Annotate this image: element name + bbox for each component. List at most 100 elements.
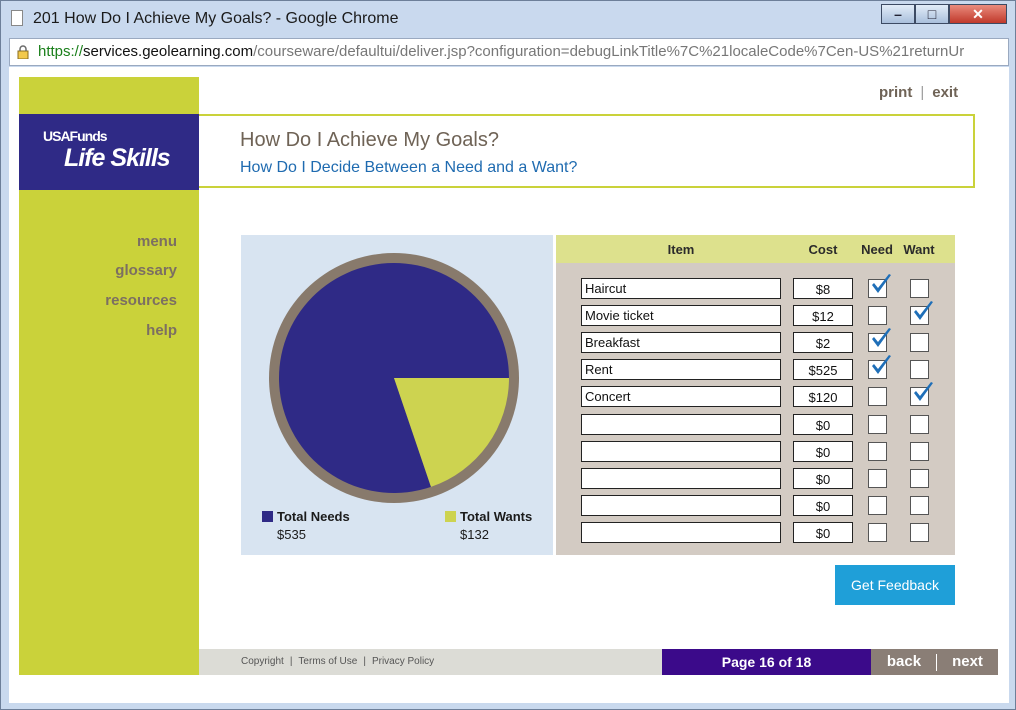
table-row: Haircut $8 <box>556 274 955 305</box>
item-field[interactable]: Haircut <box>581 278 781 299</box>
table-row: $0 <box>556 494 955 522</box>
nav-menu-link[interactable]: menu <box>27 233 177 250</box>
want-checkbox[interactable] <box>910 522 929 542</box>
item-field[interactable] <box>581 467 781 489</box>
cost-field[interactable]: $0 <box>793 413 853 435</box>
usafunds-logo: USAFunds Life Skills <box>19 114 199 190</box>
table-body: Haircut $8 Movie ticket $12 Breakfast $2 Rent $… <box>556 274 955 549</box>
need-checkbox[interactable] <box>868 414 887 434</box>
nav-resources-link[interactable]: resources <box>27 292 177 309</box>
close-button[interactable]: ✕ <box>949 4 1007 24</box>
table-row: $0 <box>556 440 955 468</box>
terms-link[interactable]: Terms of Use <box>298 656 357 667</box>
nav-glossary-link[interactable]: glossary <box>27 262 177 279</box>
table-row: $0 <box>556 521 955 549</box>
page-header: How Do I Achieve My Goals? How Do I Deci… <box>199 114 975 188</box>
cost-field[interactable]: $525 <box>793 359 853 381</box>
needs-legend-swatch <box>262 511 273 522</box>
browser-window: 201 How Do I Achieve My Goals? - Google … <box>0 0 1016 710</box>
checkmark-icon <box>914 382 933 402</box>
column-header-want: Want <box>903 242 935 257</box>
want-checkbox[interactable] <box>910 468 929 488</box>
need-checkbox[interactable] <box>868 355 891 380</box>
column-header-need: Need <box>861 242 893 257</box>
want-checkbox[interactable] <box>910 495 929 515</box>
cost-field[interactable]: $0 <box>793 440 853 462</box>
page-subtitle: How Do I Decide Between a Need and a Wan… <box>240 159 578 176</box>
page-icon <box>11 10 23 26</box>
want-checkbox[interactable] <box>910 360 929 380</box>
page-indicator: Page 16 of 18 <box>662 649 871 675</box>
checkmark-icon <box>872 274 891 293</box>
table-row: $0 <box>556 413 955 441</box>
divider: | <box>920 84 925 101</box>
course-page: menu glossary resources help USAFunds Li… <box>9 67 1009 703</box>
item-field[interactable] <box>581 440 781 462</box>
checkmark-icon <box>872 328 891 348</box>
footer: Copyright | Terms of Use | Privacy Policy <box>199 649 663 675</box>
address-bar[interactable]: https://services.geolearning.com/coursew… <box>9 38 1009 66</box>
table-header: Item Cost Need Want <box>556 235 955 263</box>
want-checkbox[interactable] <box>910 414 929 434</box>
table-row: Movie ticket $12 <box>556 301 955 332</box>
nav-help-link[interactable]: help <box>27 322 177 339</box>
back-button[interactable]: back <box>871 653 937 670</box>
need-checkbox[interactable] <box>868 495 887 515</box>
cost-field[interactable]: $2 <box>793 332 853 354</box>
cost-field[interactable]: $8 <box>793 278 853 299</box>
item-field[interactable]: Rent <box>581 359 781 381</box>
window-title: 201 How Do I Achieve My Goals? - Google … <box>33 10 399 27</box>
want-checkbox[interactable] <box>910 301 933 326</box>
item-field[interactable]: Breakfast <box>581 332 781 354</box>
exit-link[interactable]: exit <box>932 84 958 101</box>
cost-field[interactable]: $12 <box>793 305 853 327</box>
next-button[interactable]: next <box>937 653 998 670</box>
item-field[interactable]: Movie ticket <box>581 305 781 327</box>
need-checkbox[interactable] <box>868 468 887 488</box>
wants-legend-swatch <box>445 511 456 522</box>
column-header-item: Item <box>667 242 695 257</box>
minimize-button[interactable]: – <box>881 4 915 24</box>
need-checkbox[interactable] <box>868 387 887 407</box>
item-field[interactable] <box>581 521 781 543</box>
cost-field[interactable]: $0 <box>793 467 853 489</box>
page-nav: back next <box>871 649 998 675</box>
cost-field[interactable]: $0 <box>793 521 853 543</box>
logo-line1: USAFunds <box>43 128 108 144</box>
want-checkbox[interactable] <box>910 279 929 298</box>
want-checkbox[interactable] <box>910 441 929 461</box>
url-text[interactable]: https://services.geolearning.com/coursew… <box>38 43 1003 60</box>
need-checkbox[interactable] <box>868 306 887 326</box>
item-field[interactable] <box>581 413 781 435</box>
url-host: services.geolearning.com <box>83 43 254 60</box>
table-row: $0 <box>556 467 955 495</box>
needs-wants-table: Item Cost Need Want Haircut $8 Movie ticke… <box>556 235 955 555</box>
cost-field[interactable]: $120 <box>793 386 853 408</box>
title-bar: 201 How Do I Achieve My Goals? - Google … <box>1 1 1016 37</box>
maximize-button[interactable]: □ <box>915 4 949 24</box>
need-checkbox[interactable] <box>868 274 891 298</box>
table-row: Concert $120 <box>556 382 955 413</box>
divider: | <box>363 656 366 667</box>
table-row: Breakfast $2 <box>556 328 955 359</box>
need-checkbox[interactable] <box>868 328 891 353</box>
footer-links: Copyright | Terms of Use | Privacy Policy <box>241 656 434 667</box>
pie-chart <box>269 253 519 503</box>
wants-legend-label: Total Wants <box>460 509 533 524</box>
checkmark-icon <box>914 301 933 321</box>
cost-field[interactable]: $0 <box>793 494 853 516</box>
needs-legend-label: Total Needs <box>277 509 350 524</box>
item-field[interactable] <box>581 494 781 516</box>
copyright-link[interactable]: Copyright <box>241 656 284 667</box>
get-feedback-button[interactable]: Get Feedback <box>835 565 955 605</box>
need-checkbox[interactable] <box>868 522 887 542</box>
page-title: How Do I Achieve My Goals? <box>240 129 499 151</box>
want-checkbox[interactable] <box>910 382 933 407</box>
url-scheme: https:// <box>38 43 84 60</box>
pie-chart-panel: Total Needs $535 Total Wants $132 <box>241 235 553 555</box>
item-field[interactable]: Concert <box>581 386 781 408</box>
want-checkbox[interactable] <box>910 333 929 353</box>
need-checkbox[interactable] <box>868 441 887 461</box>
privacy-link[interactable]: Privacy Policy <box>372 656 434 667</box>
print-link[interactable]: print <box>879 84 912 101</box>
